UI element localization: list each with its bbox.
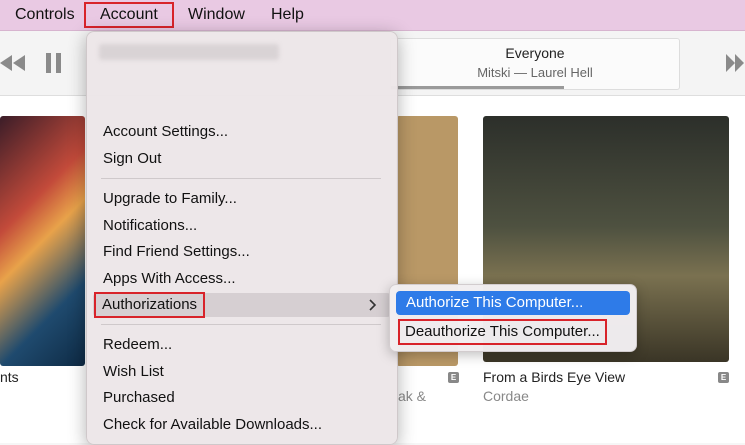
authorizations-submenu: Authorize This Computer... Deauthorize T…	[389, 284, 637, 352]
menu-separator	[101, 324, 381, 325]
album-title[interactable]: From a Birds Eye View	[483, 369, 625, 385]
explicit-badge: E	[448, 372, 459, 383]
account-email-blurred	[99, 44, 279, 60]
menu-item-apps-with-access[interactable]: Apps With Access...	[103, 269, 236, 289]
menu-item-find-friend-settings[interactable]: Find Friend Settings...	[103, 242, 250, 262]
explicit-badge: E	[718, 372, 729, 383]
menu-item-check-downloads[interactable]: Check for Available Downloads...	[103, 415, 322, 435]
menu-account[interactable]: Account	[84, 2, 174, 28]
album-title[interactable]: nts	[0, 369, 19, 385]
menu-controls[interactable]: Controls	[15, 5, 75, 25]
submenu-item-authorize[interactable]: Authorize This Computer...	[406, 293, 583, 313]
submenu-item-deauthorize[interactable]: Deauthorize This Computer...	[398, 319, 607, 345]
album-artist[interactable]: Cordae	[483, 388, 529, 404]
menu-item-wish-list[interactable]: Wish List	[103, 362, 164, 382]
menu-item-sign-out[interactable]: Sign Out	[103, 149, 161, 169]
menu-help[interactable]: Help	[271, 5, 304, 25]
album-artist[interactable]: ak &	[398, 388, 426, 404]
song-title: Everyone	[505, 45, 565, 61]
menu-separator	[101, 178, 381, 179]
menu-item-redeem[interactable]: Redeem...	[103, 335, 172, 355]
playback-progress[interactable]	[391, 86, 564, 89]
now-playing-display: Everyone Mitski — Laurel Hell	[390, 38, 680, 90]
forward-icon[interactable]	[726, 54, 744, 72]
menu-item-authorizations[interactable]: Authorizations	[93, 292, 206, 318]
menu-item-upgrade-to-family[interactable]: Upgrade to Family...	[103, 189, 237, 209]
menu-window[interactable]: Window	[188, 5, 245, 25]
chevron-right-icon	[369, 299, 377, 311]
song-artist-album: Mitski — Laurel Hell	[477, 65, 593, 80]
menu-item-purchased[interactable]: Purchased	[103, 388, 175, 408]
rewind-icon[interactable]	[0, 55, 26, 71]
album-cover[interactable]	[0, 116, 85, 366]
account-menu: Account Settings... Sign Out Upgrade to …	[86, 31, 398, 445]
menu-item-notifications[interactable]: Notifications...	[103, 216, 197, 236]
menu-bar: Controls Account Window Help	[0, 0, 745, 31]
pause-icon[interactable]	[46, 53, 62, 73]
menu-item-account-settings[interactable]: Account Settings...	[103, 122, 228, 142]
